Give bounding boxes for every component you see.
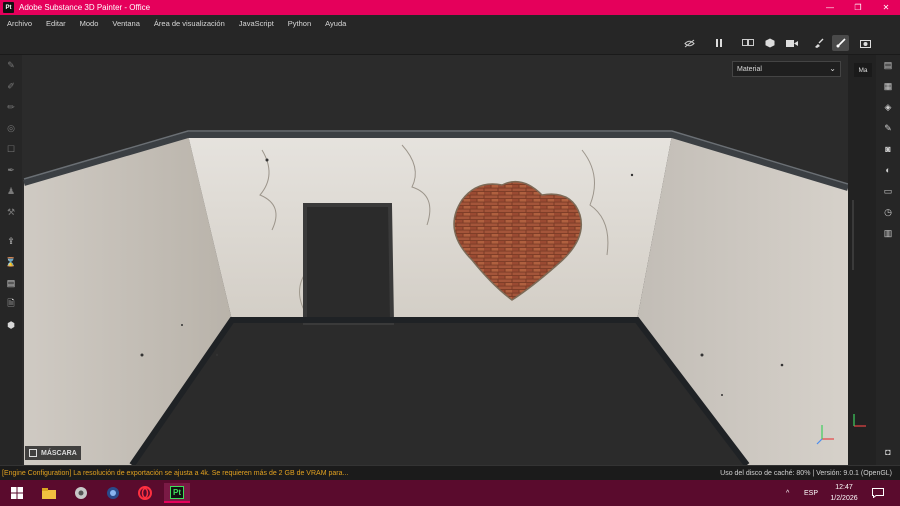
- hide-icon[interactable]: [681, 35, 698, 51]
- panel-scrollbar[interactable]: [852, 200, 854, 270]
- pause-icon[interactable]: [710, 35, 727, 51]
- app-icon[interactable]: [68, 483, 94, 503]
- taskbar-clock[interactable]: 12:47 1/2/2026: [822, 482, 866, 504]
- window-title: Adobe Substance 3D Painter - Office: [19, 3, 151, 12]
- menu-ayuda[interactable]: Ayuda: [318, 19, 353, 28]
- menu-editar[interactable]: Editar: [39, 19, 73, 28]
- shelf-panel-icon[interactable]: ▭: [880, 183, 896, 199]
- restore-button[interactable]: ❐: [844, 0, 872, 15]
- panel-tab-ma[interactable]: Ma: [854, 63, 872, 77]
- cube-icon[interactable]: [761, 35, 778, 51]
- geometry-fill-icon[interactable]: ◎: [3, 120, 19, 136]
- clone-tool-icon[interactable]: ✒: [3, 162, 19, 178]
- texture-set-settings-icon[interactable]: ▦: [880, 78, 896, 94]
- tools-sidebar: ✎ ✐ ✏ ◎ ☐ ✒ ♟ ⚒ ⇪ ⌛ ▤ 🗎 ⬢: [0, 55, 22, 465]
- opera-icon[interactable]: [132, 483, 158, 503]
- export-icon[interactable]: ⇪: [3, 233, 19, 249]
- status-info: Uso del disco de caché: 80% | Versión: 9…: [720, 469, 892, 477]
- mask-label-text: MÁSCARA: [41, 449, 77, 457]
- history-icon[interactable]: ◷: [880, 204, 896, 220]
- doorway: [303, 203, 395, 325]
- log-icon[interactable]: ▥: [880, 225, 896, 241]
- environment-icon[interactable]: ◐: [880, 162, 896, 178]
- material-picker-icon[interactable]: ♟: [3, 183, 19, 199]
- back-wall: [188, 135, 672, 320]
- notification-icon[interactable]: [872, 480, 884, 506]
- viewport-toolbar: [0, 31, 900, 55]
- axis-gizmo-icon: [850, 410, 870, 430]
- menu-javascript[interactable]: JavaScript: [232, 19, 281, 28]
- chevron-down-icon: ⌄: [829, 64, 836, 73]
- browser-icon[interactable]: [100, 483, 126, 503]
- status-warning[interactable]: [Engine Configuration] La resolución de …: [2, 470, 348, 477]
- menu-bar: Archivo Editar Modo Ventana Área de visu…: [0, 15, 900, 31]
- language-indicator[interactable]: ESP: [804, 480, 818, 506]
- viewport-capture-icon[interactable]: ◘: [880, 444, 896, 460]
- material-view-select[interactable]: Material ⌄: [732, 61, 841, 77]
- substance-painter-taskbar-icon[interactable]: Pt: [164, 483, 190, 503]
- substance-painter-logo: Pt: [3, 2, 14, 13]
- paint-brush-icon[interactable]: [832, 35, 849, 51]
- menu-modo[interactable]: Modo: [73, 19, 106, 28]
- status-bar: [Engine Configuration] La resolución de …: [0, 465, 900, 480]
- display-settings-icon[interactable]: ◙: [880, 141, 896, 157]
- polygon-fill-icon[interactable]: ⚒: [3, 204, 19, 220]
- collapsed-panel: Ma: [848, 55, 876, 465]
- properties-icon[interactable]: ✎: [880, 120, 896, 136]
- pt-logo: Pt: [170, 485, 184, 499]
- clock-time: 12:47: [835, 484, 853, 491]
- mask-brush-icon[interactable]: [810, 35, 827, 51]
- window-controls: — ❐ ✕: [816, 0, 900, 15]
- menu-python[interactable]: Python: [281, 19, 318, 28]
- menu-ventana[interactable]: Ventana: [105, 19, 147, 28]
- screenshot-icon[interactable]: [857, 35, 874, 51]
- menu-area-visualizacion[interactable]: Área de visualización: [147, 19, 232, 28]
- smudge-tool-icon[interactable]: ☐: [3, 141, 19, 157]
- texture-set-list-icon[interactable]: ▤: [880, 57, 896, 73]
- minimize-button[interactable]: —: [816, 0, 844, 15]
- split-view-icon[interactable]: [739, 35, 756, 51]
- bake-icon[interactable]: ⌛: [3, 254, 19, 270]
- camera-video-icon[interactable]: [783, 35, 800, 51]
- 3d-viewport[interactable]: [22, 55, 848, 465]
- mask-indicator[interactable]: MÁSCARA: [25, 446, 81, 460]
- title-bar: Pt Adobe Substance 3D Painter - Office —…: [0, 0, 900, 15]
- clock-date: 1/2/2026: [830, 495, 858, 502]
- room-scene: [22, 55, 848, 465]
- close-button[interactable]: ✕: [872, 0, 900, 15]
- show-hidden-icons-icon[interactable]: ^: [786, 480, 789, 506]
- document-icon[interactable]: 🗎: [3, 296, 19, 312]
- paint-tool-icon[interactable]: ✎: [3, 57, 19, 73]
- windows-start-icon[interactable]: [4, 483, 30, 503]
- eraser-tool-icon[interactable]: ✐: [3, 78, 19, 94]
- layers-icon[interactable]: ◈: [880, 99, 896, 115]
- projection-tool-icon[interactable]: ✏: [3, 99, 19, 115]
- package-icon[interactable]: ⬢: [3, 317, 19, 333]
- shelf-icon[interactable]: ▤: [3, 275, 19, 291]
- material-select-value: Material: [737, 65, 762, 73]
- panels-sidebar: ▤ ▦ ◈ ✎ ◙ ◐ ▭ ◷ ▥ ◘: [876, 55, 900, 465]
- windows-taskbar: Pt ^ ESP 12:47 1/2/2026: [0, 480, 900, 506]
- file-explorer-icon[interactable]: [36, 483, 62, 503]
- mask-checkbox-icon: [29, 449, 37, 457]
- menu-archivo[interactable]: Archivo: [0, 19, 39, 28]
